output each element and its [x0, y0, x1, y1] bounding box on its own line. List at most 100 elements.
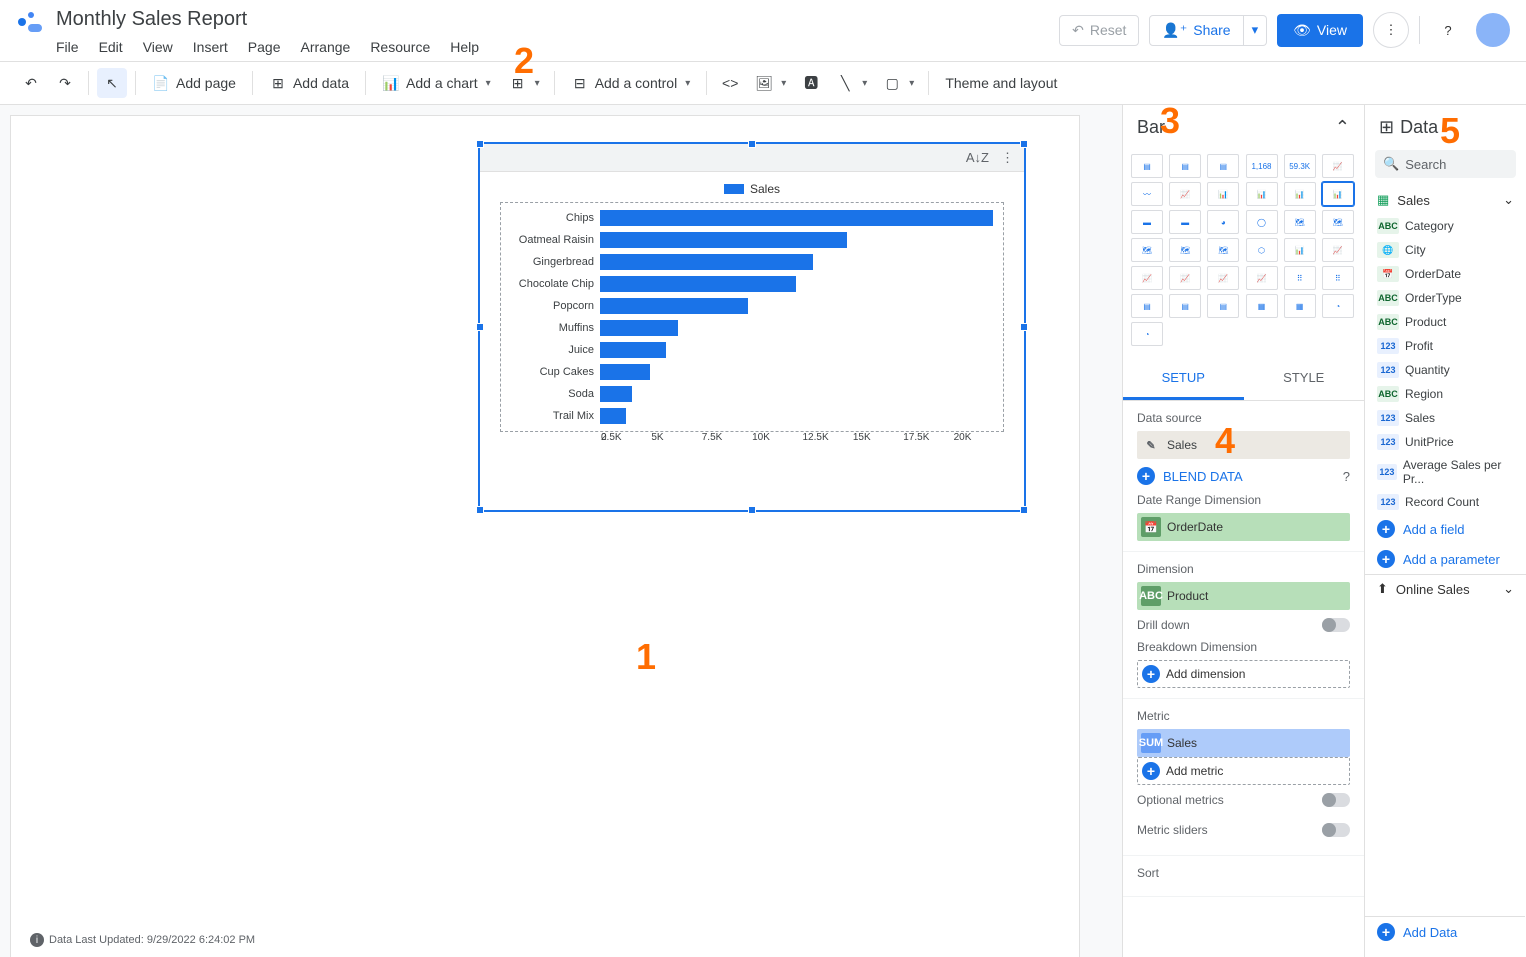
chart-type-option[interactable]: ▤	[1169, 154, 1201, 178]
chart-more-icon[interactable]: ⋮	[1001, 150, 1014, 166]
chart-type-option[interactable]: ▤	[1169, 294, 1201, 318]
field-row[interactable]: ABCOrderType	[1365, 286, 1526, 310]
tab-style[interactable]: STYLE	[1244, 358, 1365, 400]
undo-button[interactable]: ↶	[16, 68, 46, 98]
add-parameter-link[interactable]: +Add a parameter	[1365, 544, 1526, 574]
redo-button[interactable]: ↷	[50, 68, 80, 98]
chart-type-option[interactable]: 📊	[1246, 182, 1278, 206]
help-button[interactable]: ?	[1430, 12, 1466, 48]
add-data-button[interactable]: ⊞Add data	[261, 68, 357, 98]
bar[interactable]	[600, 342, 666, 358]
menu-page[interactable]: Page	[248, 39, 281, 55]
field-row[interactable]: 🌐City	[1365, 238, 1526, 262]
chart-type-option[interactable]: 🗺	[1207, 238, 1239, 262]
online-sales-row[interactable]: ⬆Online Sales⌄	[1365, 574, 1526, 603]
chart-type-option[interactable]: 📈	[1169, 182, 1201, 206]
canvas-area[interactable]: A↓Z ⋮ Sales ChipsOatmeal RaisinGingerbre…	[0, 105, 1122, 957]
data-source-row[interactable]: ▦Sales⌄	[1365, 186, 1526, 214]
metric-chip[interactable]: SUMSales	[1137, 729, 1350, 757]
menu-file[interactable]: File	[56, 39, 79, 55]
add-dimension-chip[interactable]: +Add dimension	[1137, 660, 1350, 688]
add-metric-chip[interactable]: +Add metric	[1137, 757, 1350, 785]
chart-type-option[interactable]: ◔	[1131, 322, 1163, 346]
chart-type-option[interactable]: ⬡	[1246, 238, 1278, 262]
bar[interactable]	[600, 276, 796, 292]
chart-type-option[interactable]: ▤	[1131, 294, 1163, 318]
bar[interactable]	[600, 254, 813, 270]
optional-metrics-toggle[interactable]	[1322, 793, 1350, 807]
search-input[interactable]: 🔍Search	[1375, 150, 1516, 178]
chart-type-option[interactable]: ◔	[1322, 294, 1354, 318]
menu-help[interactable]: Help	[450, 39, 479, 55]
chart-type-option[interactable]: 📊	[1207, 182, 1239, 206]
user-avatar[interactable]	[1476, 13, 1510, 47]
line-button[interactable]: ╲▾	[830, 68, 873, 98]
chart-type-option[interactable]: 📈	[1207, 266, 1239, 290]
menu-arrange[interactable]: Arrange	[301, 39, 351, 55]
field-row[interactable]: 123Average Sales per Pr...	[1365, 454, 1526, 490]
bar[interactable]	[600, 320, 678, 336]
date-range-chip[interactable]: 📅OrderDate	[1137, 513, 1350, 541]
chart-type-option[interactable]: 🗺	[1284, 210, 1316, 234]
image-button[interactable]: 🖼▾	[749, 68, 792, 98]
chart-type-option[interactable]: 📈	[1131, 266, 1163, 290]
field-row[interactable]: ABCRegion	[1365, 382, 1526, 406]
url-embed-button[interactable]: <>	[715, 68, 745, 98]
field-row[interactable]: 123Record Count	[1365, 490, 1526, 514]
reset-button[interactable]: ↶Reset	[1059, 15, 1139, 46]
bar[interactable]	[600, 408, 626, 424]
chart-type-option[interactable]: ▬	[1131, 210, 1163, 234]
chart-type-option[interactable]: 📊	[1284, 182, 1316, 206]
add-page-button[interactable]: 📄Add page	[144, 68, 244, 98]
add-chart-button[interactable]: 📊Add a chart▾	[374, 68, 499, 98]
shape-button[interactable]: ▢▾	[877, 68, 920, 98]
chart-type-option[interactable]: 📈	[1322, 238, 1354, 262]
chart-type-option[interactable]: ▦	[1284, 294, 1316, 318]
menu-resource[interactable]: Resource	[370, 39, 430, 55]
menu-insert[interactable]: Insert	[193, 39, 228, 55]
bar[interactable]	[600, 298, 748, 314]
help-icon[interactable]: ?	[1343, 469, 1350, 484]
chart-type-option[interactable]: ◕	[1207, 210, 1239, 234]
view-button[interactable]: 👁View	[1277, 14, 1363, 47]
chart-type-option[interactable]: ▬	[1169, 210, 1201, 234]
chart-type-option[interactable]: 📈	[1322, 154, 1354, 178]
share-dropdown[interactable]: ▾	[1244, 15, 1268, 46]
collapse-icon[interactable]: ⌃	[1335, 117, 1350, 138]
field-row[interactable]: ABCCategory	[1365, 214, 1526, 238]
chart-type-option[interactable]: 📈	[1169, 266, 1201, 290]
chart-type-option[interactable]: 〰	[1131, 182, 1163, 206]
bar[interactable]	[600, 210, 993, 226]
share-button[interactable]: 👤⁺Share	[1149, 15, 1243, 46]
bar[interactable]	[600, 232, 847, 248]
metric-sliders-toggle[interactable]	[1322, 823, 1350, 837]
chart-type-option[interactable]: ▤	[1131, 154, 1163, 178]
chart-type-option[interactable]: ⠿	[1322, 266, 1354, 290]
chart-type-option[interactable]: ⠿	[1284, 266, 1316, 290]
drill-down-toggle[interactable]	[1322, 618, 1350, 632]
field-row[interactable]: 123Quantity	[1365, 358, 1526, 382]
text-button[interactable]: 🅰	[796, 68, 826, 98]
tab-setup[interactable]: SETUP	[1123, 358, 1244, 400]
chart-type-option[interactable]: 📊	[1322, 182, 1354, 206]
blend-data-link[interactable]: BLEND DATA	[1163, 469, 1243, 484]
field-row[interactable]: 📅OrderDate	[1365, 262, 1526, 286]
field-row[interactable]: ABCProduct	[1365, 310, 1526, 334]
sort-icon[interactable]: A↓Z	[966, 150, 989, 165]
chart-type-option[interactable]: 🗺	[1131, 238, 1163, 262]
field-row[interactable]: 123UnitPrice	[1365, 430, 1526, 454]
report-canvas[interactable]: A↓Z ⋮ Sales ChipsOatmeal RaisinGingerbre…	[10, 115, 1080, 957]
add-control-button[interactable]: ⊟Add a control▾	[563, 68, 699, 98]
add-field-link[interactable]: +Add a field	[1365, 514, 1526, 544]
add-data-footer[interactable]: +Add Data	[1365, 916, 1525, 947]
chart-type-option[interactable]: 📈	[1246, 266, 1278, 290]
more-options-button[interactable]: ⋮	[1373, 12, 1409, 48]
field-row[interactable]: 123Profit	[1365, 334, 1526, 358]
bar[interactable]	[600, 386, 632, 402]
chart-type-option[interactable]: 59.3K	[1284, 154, 1316, 178]
chart-type-option[interactable]: 🗺	[1322, 210, 1354, 234]
chart-type-option[interactable]: ▤	[1207, 294, 1239, 318]
document-title[interactable]: Monthly Sales Report	[56, 8, 1059, 33]
chart-type-option[interactable]: ◯	[1246, 210, 1278, 234]
theme-layout-button[interactable]: Theme and layout	[937, 69, 1065, 97]
